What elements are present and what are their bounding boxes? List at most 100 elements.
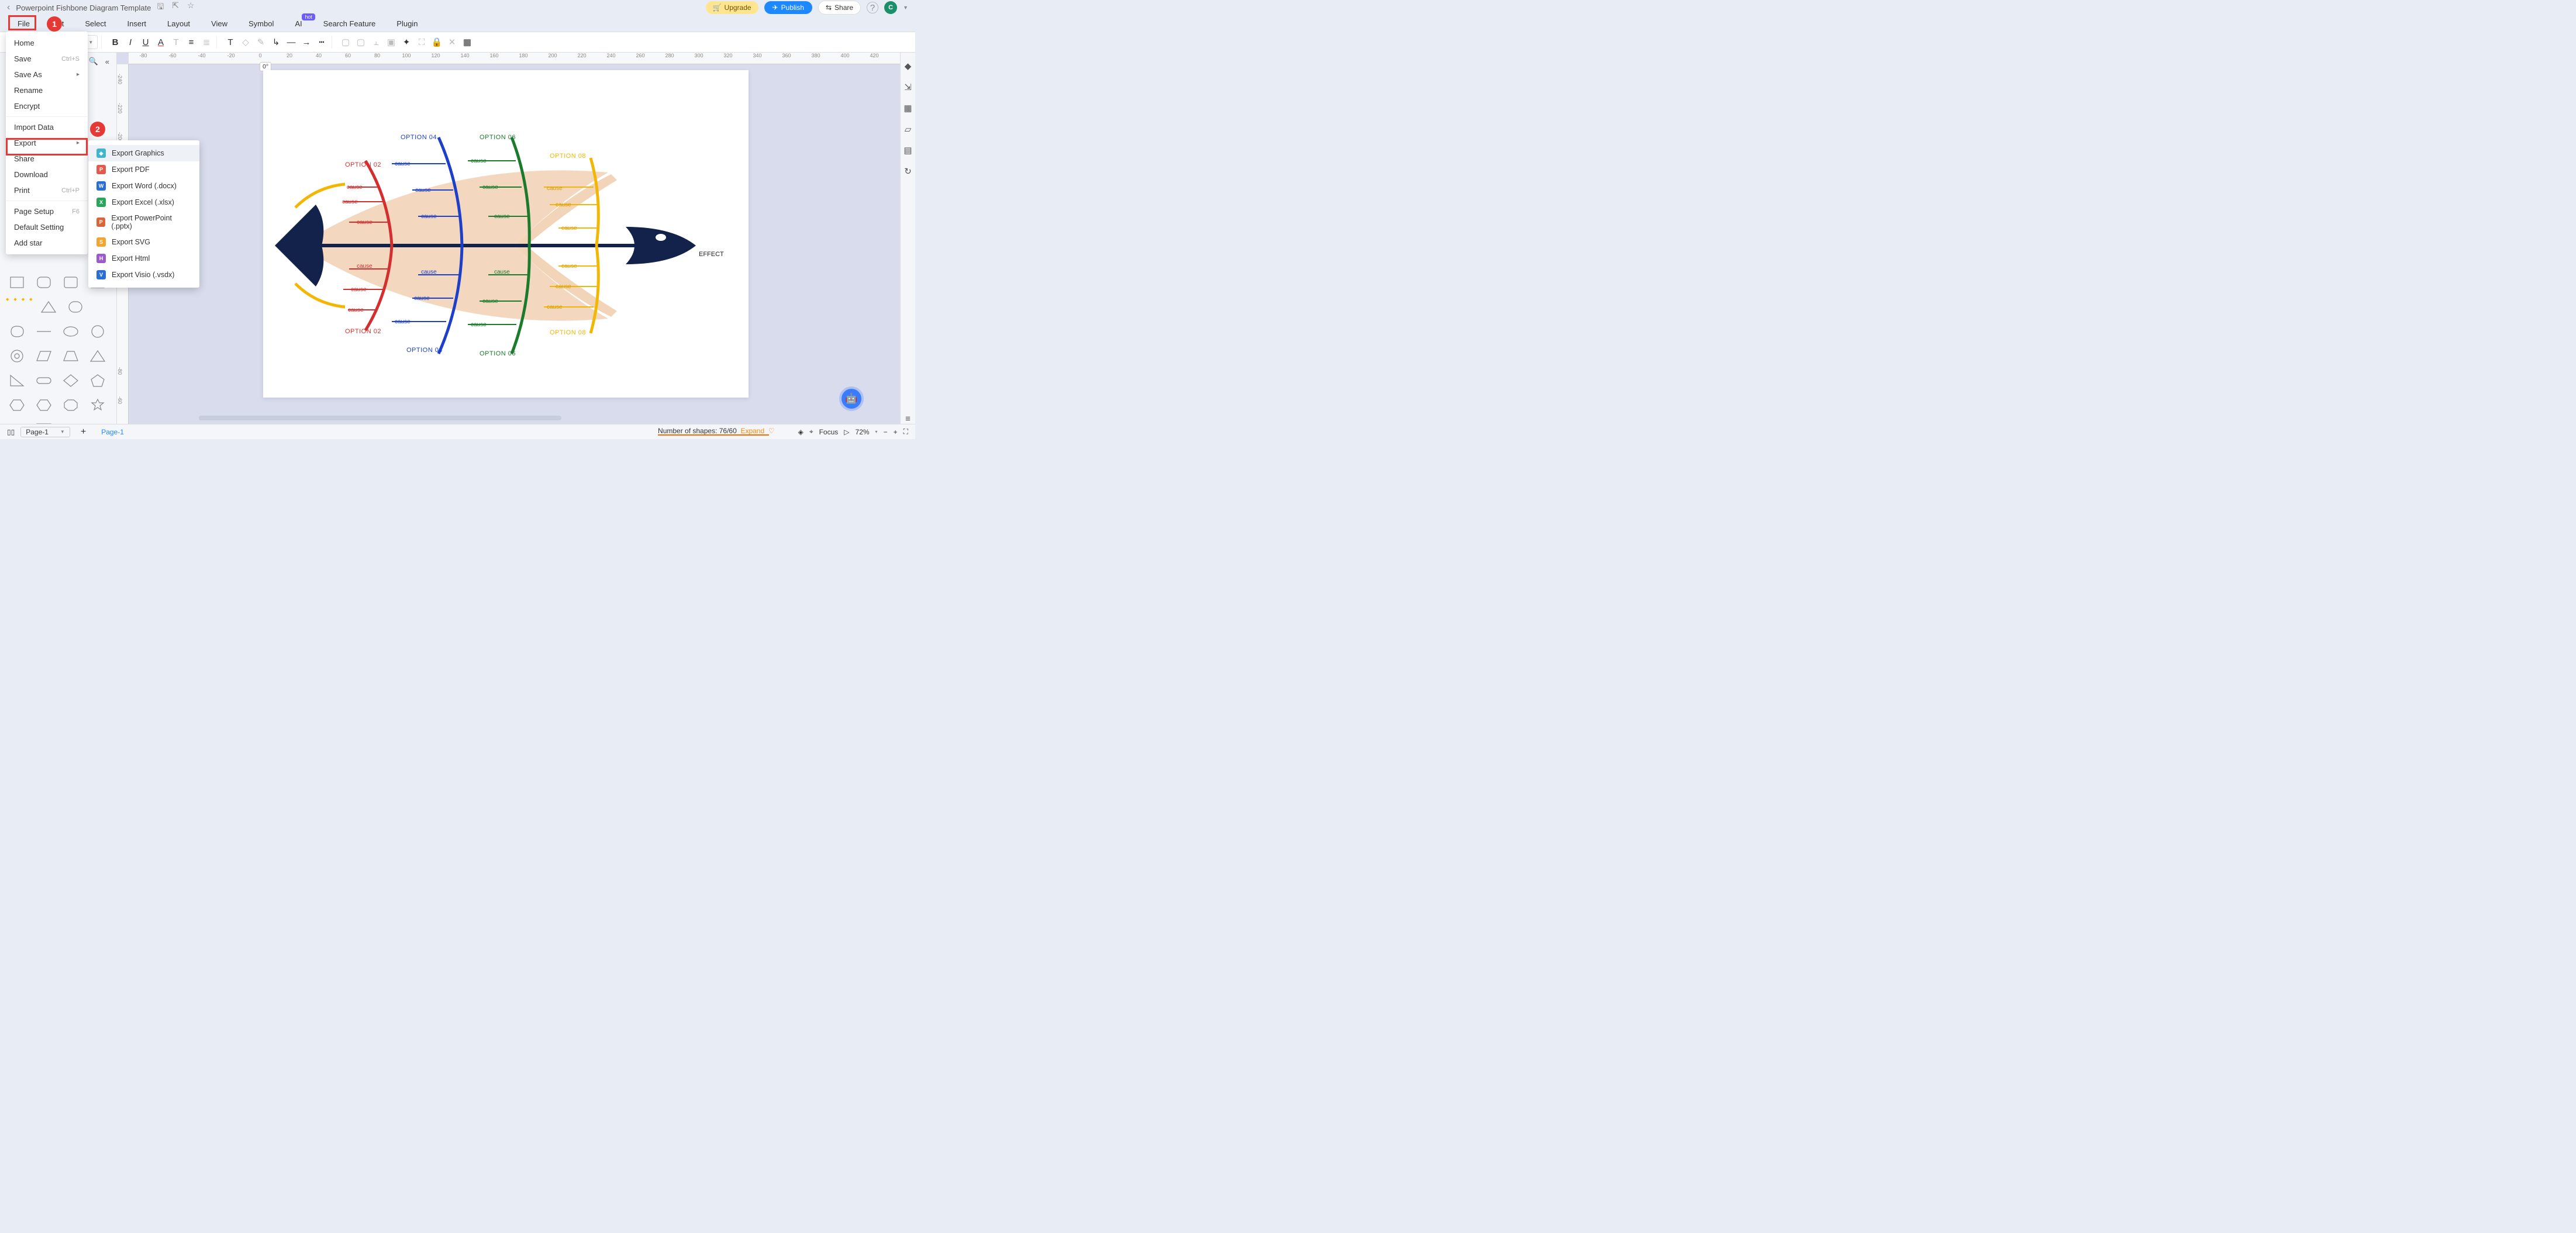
file-home[interactable]: Home — [6, 35, 88, 51]
align-icon[interactable]: ≡ — [185, 36, 198, 49]
present-panel-icon[interactable]: ▱ — [905, 124, 912, 134]
connector-icon[interactable]: ↳ — [270, 36, 282, 49]
publish-button[interactable]: ✈ Publish — [764, 1, 812, 14]
shape-rounded2[interactable] — [60, 272, 82, 292]
add-page-icon[interactable]: + — [76, 427, 91, 437]
shape-circle[interactable] — [87, 322, 109, 341]
zoom-out-icon[interactable]: − — [884, 428, 888, 436]
zoom-in-icon[interactable]: + — [894, 428, 898, 436]
menu-symbol[interactable]: Symbol — [249, 19, 274, 28]
file-add-star[interactable]: Add star — [6, 235, 88, 251]
expand-link[interactable]: Expand — [740, 427, 764, 435]
page-tab[interactable]: Page-1 — [96, 427, 129, 437]
shape-octagon[interactable] — [60, 395, 82, 415]
play-icon[interactable]: ▷ — [844, 428, 849, 436]
file-import-data[interactable]: Import Data — [6, 119, 88, 135]
shape-donut[interactable] — [6, 346, 28, 366]
text-tool-icon[interactable]: T — [224, 36, 237, 49]
file-export[interactable]: Export▸ — [6, 135, 88, 151]
align-objects-icon[interactable]: ⫠ — [370, 36, 382, 49]
shape-triangle2[interactable] — [87, 346, 109, 366]
canvas-area[interactable]: -80-60-40-200204060801001201401601802002… — [117, 53, 900, 424]
send-back-icon[interactable]: ▢ — [339, 36, 352, 49]
chat-assistant-icon[interactable]: 🤖 — [842, 389, 861, 409]
menu-ai[interactable]: AIhot — [295, 19, 302, 28]
avatar[interactable]: C — [884, 1, 897, 14]
shape-line[interactable] — [33, 322, 55, 341]
pencil-icon[interactable]: ✎ — [254, 36, 267, 49]
file-save-as[interactable]: Save As▸ — [6, 67, 88, 82]
shape-hexagon[interactable] — [6, 395, 28, 415]
file-encrypt[interactable]: Encrypt — [6, 98, 88, 114]
export-svg[interactable]: SExport SVG — [88, 234, 199, 250]
shape-diamond[interactable] — [60, 371, 82, 391]
zoom-level[interactable]: 72% — [856, 428, 870, 436]
share-quick-icon[interactable]: ⇱ — [172, 1, 179, 15]
export-visio[interactable]: VExport Visio (.vsdx) — [88, 267, 199, 283]
export-word[interactable]: WExport Word (.docx) — [88, 178, 199, 194]
export-graphics[interactable]: ◈Export Graphics — [88, 145, 199, 161]
pages-panel-icon[interactable]: ▯▯ — [7, 428, 15, 436]
page-selector[interactable]: Page-1▼ — [20, 427, 70, 437]
notes-panel-icon[interactable]: ▤ — [904, 145, 912, 156]
line-weight-icon[interactable]: — — [285, 36, 298, 49]
shape-pill[interactable] — [33, 371, 55, 391]
shape-burst[interactable] — [87, 395, 109, 415]
shape-right-triangle[interactable] — [6, 371, 28, 391]
layers-icon[interactable]: ◈ — [798, 428, 804, 436]
shape-blob[interactable] — [6, 322, 28, 341]
text-direction-icon[interactable]: T — [170, 36, 182, 49]
italic-icon[interactable]: I — [124, 36, 137, 49]
shape-square[interactable] — [6, 272, 28, 292]
avatar-dropdown-icon[interactable]: ▼ — [903, 5, 908, 11]
export-excel[interactable]: XExport Excel (.xlsx) — [88, 194, 199, 210]
shape-squircle[interactable] — [64, 297, 87, 317]
menu-file[interactable]: File — [18, 19, 30, 28]
export-powerpoint[interactable]: PExport PowerPoint (.pptx) — [88, 210, 199, 234]
file-share[interactable]: Share — [6, 151, 88, 167]
file-page-setup[interactable]: Page SetupF6 — [6, 203, 88, 219]
star-icon[interactable]: ☆ — [187, 1, 195, 15]
menu-plugin[interactable]: Plugin — [396, 19, 418, 28]
help-icon[interactable]: ? — [867, 2, 878, 13]
tools-icon[interactable]: ✕ — [446, 36, 458, 49]
export-pdf[interactable]: PExport PDF — [88, 161, 199, 178]
horizontal-scrollbar[interactable] — [129, 416, 898, 423]
upgrade-button[interactable]: 🛒 Upgrade — [706, 1, 758, 14]
export-html[interactable]: HExport Html — [88, 250, 199, 267]
shape-pentagon[interactable] — [87, 371, 109, 391]
fill-panel-icon[interactable]: ◆ — [905, 61, 912, 71]
shape-trapezoid[interactable] — [60, 346, 82, 366]
menu-insert[interactable]: Insert — [127, 19, 147, 28]
underline-icon[interactable]: U — [139, 36, 152, 49]
fullscreen-icon[interactable]: ⛶ — [904, 427, 908, 436]
group-icon[interactable]: ▣ — [385, 36, 398, 49]
canvas-page[interactable]: OPTION 02 OPTION 02 OPTION 04 OPTION 04 … — [263, 70, 749, 398]
shape-rounded[interactable] — [33, 272, 55, 292]
table-icon[interactable]: ▦ — [461, 36, 474, 49]
lock-icon[interactable]: 🔒 — [430, 36, 443, 49]
file-download[interactable]: Download — [6, 167, 88, 182]
collapse-panel-icon[interactable]: « — [105, 57, 109, 66]
menu-select[interactable]: Select — [85, 19, 106, 28]
line-spacing-icon[interactable]: ≣ — [200, 36, 213, 49]
arrow-icon[interactable]: → — [300, 36, 313, 49]
history-panel-icon[interactable]: ↻ — [904, 166, 912, 177]
menu-view[interactable]: View — [211, 19, 227, 28]
focus-icon[interactable]: ⌖ — [809, 427, 813, 436]
back-icon[interactable]: ‹ — [7, 2, 10, 13]
bring-front-icon[interactable]: ▢ — [354, 36, 367, 49]
file-print[interactable]: PrintCtrl+P — [6, 182, 88, 198]
search-icon[interactable]: 🔍 — [89, 57, 98, 66]
file-default-setting[interactable]: Default Setting — [6, 219, 88, 235]
effects-icon[interactable]: ✦ — [400, 36, 413, 49]
bold-icon[interactable]: B — [109, 36, 122, 49]
more-panel-icon[interactable]: ≡ — [905, 414, 911, 424]
dash-icon[interactable]: ┅ — [315, 36, 328, 49]
crop-icon[interactable]: ⛶ — [415, 36, 428, 49]
apps-panel-icon[interactable]: ▦ — [904, 103, 912, 113]
share-button[interactable]: ⇆ Share — [818, 1, 861, 15]
focus-label[interactable]: Focus — [819, 428, 839, 436]
shape-parallelogram[interactable] — [33, 346, 55, 366]
menu-search-feature[interactable]: Search Feature — [323, 19, 376, 28]
